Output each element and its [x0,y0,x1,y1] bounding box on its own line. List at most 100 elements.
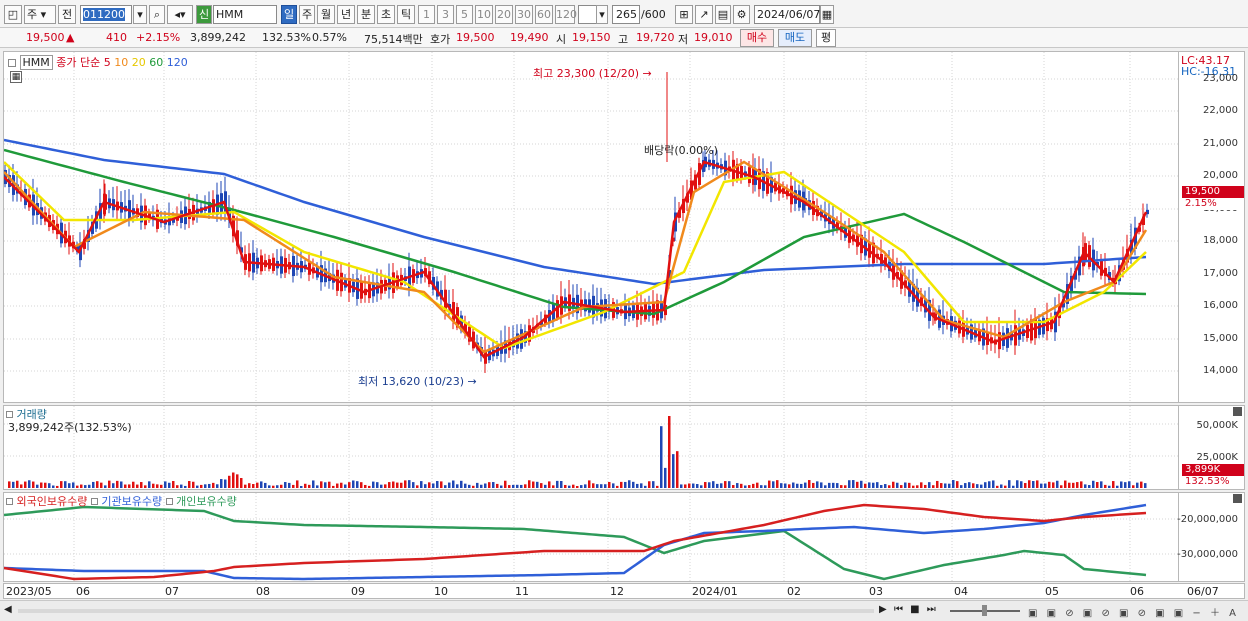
market-select[interactable]: 주 ▾ [24,5,56,24]
volume-bar [852,480,855,488]
volume-bar [468,484,471,488]
settings-icon[interactable]: ⚙ [733,5,750,24]
panel-close-icon[interactable] [1233,494,1242,503]
volume-bar [344,484,347,488]
prev-button[interactable]: 전 [58,5,76,24]
volume-bar [312,480,315,488]
volume-bar [228,475,231,488]
volume-bar [752,483,755,488]
volume-bar [984,482,987,488]
calculator-icon[interactable]: ▦ [10,71,22,83]
new-badge[interactable]: 신 [196,5,212,24]
volume-bar [172,481,175,488]
interval-3[interactable]: 3 [437,5,454,24]
volume-bar [716,483,719,488]
period-second-tab[interactable]: 초 [377,5,395,24]
zoom-icon[interactable]: ⊞ [675,5,693,24]
period-year-tab[interactable]: 년 [337,5,355,24]
interval-20[interactable]: 20 [495,5,513,24]
period-month-tab[interactable]: 월 [317,5,335,24]
volume-bar [788,484,791,488]
eval-button[interactable]: 평 [816,29,836,47]
interval-30[interactable]: 30 [515,5,533,24]
period-day-tab[interactable]: 일 [281,5,297,24]
legend-box-icon [6,411,13,418]
volume-bar [552,485,555,488]
volume-bar [12,481,15,488]
stock-code-input[interactable]: 011200 [80,5,132,24]
chart-tools-icon[interactable]: ▣ ▣ ⊘ ▣ ⊘ ▣ ⊘ ▣ ▣ − ＋ A [1028,604,1239,619]
volume-bar [240,478,243,488]
legend-box-icon [90,498,98,505]
window-menu-icon[interactable]: ◰ [4,5,22,24]
volume-bar [608,481,611,488]
volume-bar [288,482,291,488]
volume-bar [1144,483,1147,488]
volume-bar [364,484,367,488]
volume-bar [488,482,491,488]
volume-chart [4,406,1178,489]
count-input[interactable]: 265 [612,5,640,24]
volume-bar [572,484,575,488]
volume-panel[interactable]: 거래량 3,899,242주(132.53%) [3,405,1179,490]
zoom-slider-handle[interactable] [982,605,987,616]
scroll-right-icon[interactable]: ▶ [879,604,887,615]
volume-bar [272,485,275,488]
scroll-left-icon[interactable]: ◀ [4,604,12,615]
volume-bar [428,482,431,488]
holdings-panel[interactable]: 외국인보유수량 기관보유수량 개인보유수량 [3,492,1179,582]
horizontal-scrollbar[interactable] [18,609,874,613]
period-week-tab[interactable]: 주 [299,5,315,24]
volume-bar [1096,482,1099,488]
volume-bar [636,483,639,488]
price-panel[interactable]: HMM 종가 단순 5 10 20 60 120 ▦ 최고 23,300 (12… [3,51,1179,403]
volume-bar [300,485,303,488]
panel-close-icon[interactable] [1233,407,1242,416]
volume-bar [48,483,51,488]
interval-60[interactable]: 60 [535,5,553,24]
search-icon[interactable]: ⌕ [149,5,165,24]
stock-name-field[interactable]: HMM [213,5,277,24]
code-dropdown-icon[interactable]: ▾ [133,5,147,24]
volume-bar [1104,484,1107,488]
ma20-line [4,161,1147,350]
playback-controls-icon[interactable]: ⏮ ■ ⏭ [894,604,938,615]
draw-icon[interactable]: ↗ [695,5,713,24]
volume-bar [620,481,623,488]
period-tick-tab[interactable]: 틱 [397,5,415,24]
interval-1[interactable]: 1 [418,5,435,24]
volume-bar [220,479,223,488]
volume-bar [1008,480,1011,488]
volume-bar [384,484,387,488]
volume-tick: 50,000K [1196,420,1238,431]
volume-bar [476,482,479,488]
volume-bar [568,485,571,488]
volume-bar [516,484,519,488]
volume-bar [200,484,203,488]
sound-icon[interactable]: ◂▾ [167,5,193,24]
volume-bar [904,482,907,488]
volume-bar [576,485,579,488]
price-tick: 18,000 [1203,235,1238,246]
period-minute-tab[interactable]: 분 [357,5,375,24]
volume-bar [936,480,939,488]
date-input[interactable]: 2024/06/07 [754,5,820,24]
price-chart [4,52,1178,402]
interval-120[interactable]: 120 [555,5,577,24]
calendar-icon[interactable]: ▦ [820,5,834,24]
volume-bar [76,485,79,488]
volume-bar [1092,480,1095,488]
count-total: /600 [641,8,666,21]
interval-dropdown-icon[interactable]: ▾ [596,5,608,24]
volume-bar [700,485,703,488]
market-select-value: 주 [27,8,38,21]
interval-10[interactable]: 10 [475,5,493,24]
sell-button[interactable]: 매도 [778,29,812,47]
interval-5[interactable]: 5 [456,5,473,24]
open-label: 시 [556,33,567,46]
volume-bar [196,485,199,488]
volume-bar [144,485,147,488]
buy-button[interactable]: 매수 [740,29,774,47]
save-icon[interactable]: ▤ [715,5,731,24]
current-price: 19,500 [26,31,65,44]
